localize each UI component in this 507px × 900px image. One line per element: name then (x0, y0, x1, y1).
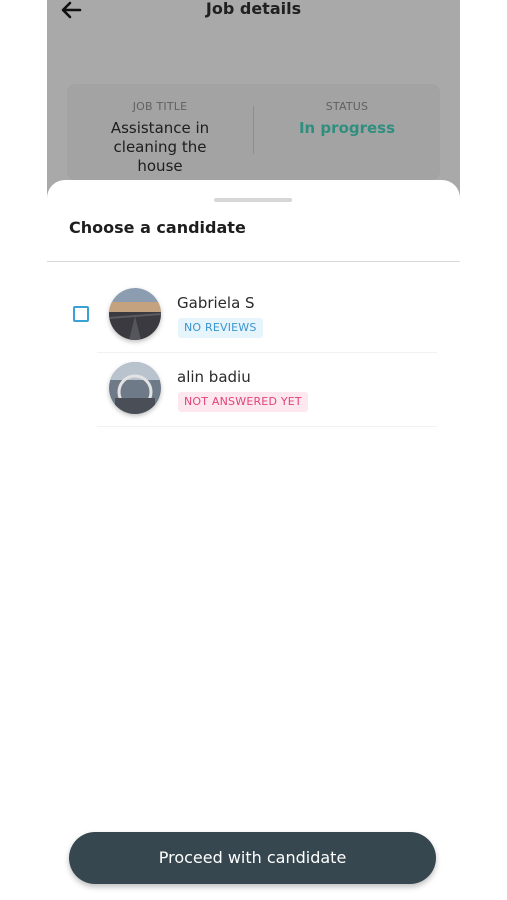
status-caption: STATUS (325, 100, 369, 113)
app-screen: Job details JOB TITLE Assistance in clea… (47, 0, 460, 900)
candidate-row[interactable]: alin badiu NOT ANSWERED YET (47, 354, 460, 426)
candidate-badge: NOT ANSWERED YET (178, 392, 308, 412)
status-column: STATUS In progress (254, 100, 440, 138)
candidate-badge: NO REVIEWS (178, 318, 263, 338)
candidate-name: alin badiu (177, 368, 251, 386)
top-bar: Job details (47, 0, 460, 26)
sheet-drag-handle[interactable] (214, 198, 292, 202)
avatar (109, 288, 161, 340)
job-title-value: Assistance in cleaning the house (110, 119, 210, 175)
row-divider (97, 352, 437, 353)
row-divider (97, 426, 437, 427)
job-summary-card: JOB TITLE Assistance in cleaning the hou… (67, 84, 440, 180)
status-value: In progress (298, 119, 396, 137)
sheet-title: Choose a candidate (69, 218, 246, 237)
page-title: Job details (205, 0, 302, 18)
sheet-divider (47, 261, 460, 262)
job-title-caption: JOB TITLE (132, 100, 188, 113)
candidate-name: Gabriela S (177, 294, 255, 312)
candidate-bottom-sheet: Choose a candidate Gabriela S NO REVIEWS (47, 180, 460, 900)
candidate-row[interactable]: Gabriela S NO REVIEWS (47, 280, 460, 352)
candidate-checkbox[interactable] (73, 306, 89, 322)
dimmed-background: Job details JOB TITLE Assistance in clea… (47, 0, 460, 200)
proceed-with-candidate-button[interactable]: Proceed with candidate (69, 832, 436, 884)
job-title-column: JOB TITLE Assistance in cleaning the hou… (67, 100, 253, 176)
avatar (109, 362, 161, 414)
